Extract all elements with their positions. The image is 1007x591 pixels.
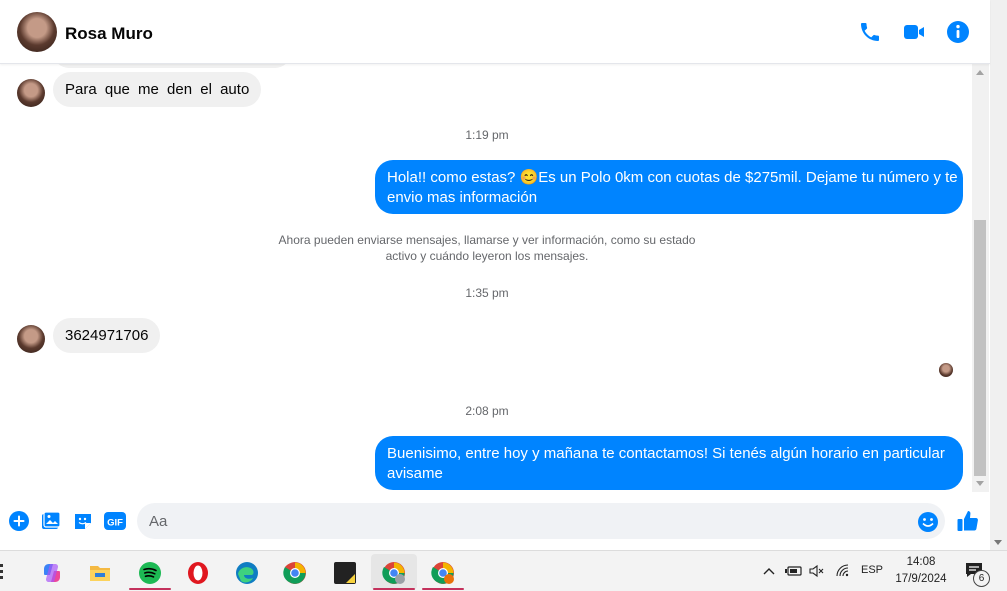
windows-taskbar: ESP 14:08 17/9/2024 6	[0, 550, 1007, 591]
timestamp: 2:08 pm	[465, 404, 509, 418]
incoming-message[interactable]: Para que me den el auto	[53, 72, 262, 107]
phone-icon[interactable]	[858, 20, 882, 44]
video-icon[interactable]	[902, 20, 926, 44]
outgoing-message[interactable]: Buenisimo, entre hoy y mañana te contact…	[375, 436, 963, 490]
battery-icon[interactable]	[785, 564, 803, 578]
scroll-up-icon[interactable]	[976, 70, 984, 75]
running-indicator	[373, 588, 415, 590]
message-input[interactable]	[137, 503, 945, 539]
sticky-notes-icon	[334, 562, 356, 584]
taskbar-opera[interactable]	[175, 554, 221, 590]
taskbar-chrome-profile-r[interactable]	[420, 554, 466, 590]
running-indicator	[129, 588, 171, 590]
clock-date[interactable]: 17/9/2024	[890, 573, 952, 585]
timestamp: 1:35 pm	[465, 286, 509, 300]
notification-count-badge: 6	[973, 570, 990, 587]
opera-icon	[188, 562, 208, 584]
chevron-up-icon[interactable]	[763, 565, 775, 577]
message-text: 3624971706	[65, 327, 149, 344]
chrome-icon	[283, 562, 306, 584]
folder-icon	[90, 566, 110, 581]
language-indicator[interactable]: ESP	[861, 564, 883, 576]
chrome-profile-icon	[431, 562, 454, 584]
image-icon[interactable]	[41, 511, 61, 531]
volume-muted-icon[interactable]	[809, 564, 825, 578]
info-icon[interactable]	[946, 20, 970, 44]
like-icon[interactable]	[956, 509, 980, 533]
system-notice: Ahora pueden enviarse mensajes, llamarse…	[262, 232, 712, 264]
gif-icon[interactable]: GIF	[104, 511, 126, 531]
running-indicator	[422, 588, 464, 590]
message-text: Para que me den el auto	[65, 81, 250, 98]
contact-name[interactable]: Rosa Muro	[65, 24, 153, 44]
messages-scrollbar[interactable]	[972, 64, 989, 492]
taskbar-sticky-notes[interactable]	[322, 554, 368, 590]
chrome-profile-icon	[382, 562, 405, 584]
sender-avatar[interactable]	[17, 79, 45, 107]
message-text-line: avisame	[387, 465, 443, 482]
incoming-message[interactable]: 3624971706	[53, 318, 161, 353]
emoji-icon[interactable]	[917, 511, 939, 533]
contact-avatar[interactable]	[17, 12, 57, 52]
clock-time[interactable]: 14:08	[895, 556, 947, 568]
window-scroll-down-icon[interactable]	[994, 540, 1002, 545]
taskbar-spotify[interactable]	[127, 554, 173, 590]
sender-avatar[interactable]	[17, 325, 45, 353]
plus-icon[interactable]	[9, 511, 29, 531]
outgoing-message[interactable]: Hola!! como estas? 😊Es un Polo 0km con c…	[375, 160, 963, 214]
message-text-line: Buenisimo, entre hoy y mañana te contact…	[387, 445, 945, 462]
copilot-icon	[44, 564, 60, 582]
scrollbar-thumb[interactable]	[974, 220, 986, 476]
gif-label: GIF	[107, 518, 123, 529]
scroll-down-icon[interactable]	[976, 481, 984, 486]
system-notice-line: Ahora pueden enviarse mensajes, llamarse…	[278, 233, 696, 247]
taskbar-file-explorer[interactable]	[77, 554, 123, 590]
message-text-line: envio mas información	[387, 189, 538, 206]
taskbar-chrome[interactable]	[272, 554, 318, 590]
wifi-icon[interactable]	[835, 563, 851, 579]
window-border	[990, 0, 1007, 550]
taskbar-copilot[interactable]	[29, 554, 75, 590]
spotify-icon	[139, 562, 161, 584]
edge-icon	[236, 562, 258, 584]
sticker-icon[interactable]	[73, 511, 93, 531]
system-notice-line: activo y cuándo leyeron los mensajes.	[385, 249, 589, 263]
widgets-edge-icon[interactable]	[0, 561, 9, 579]
message-text-line: Hola!! como estas? 😊Es un Polo 0km con c…	[387, 169, 958, 186]
message-composer: GIF	[0, 500, 990, 544]
taskbar-edge[interactable]	[224, 554, 270, 590]
read-receipt-avatar	[939, 363, 953, 377]
messenger-window: Rosa Muro Para que me den el auto 1:19 p…	[0, 0, 1007, 591]
timestamp: 1:19 pm	[465, 128, 509, 142]
taskbar-chrome-profile-y[interactable]	[371, 554, 417, 590]
conversation-header: Rosa Muro	[0, 0, 990, 64]
